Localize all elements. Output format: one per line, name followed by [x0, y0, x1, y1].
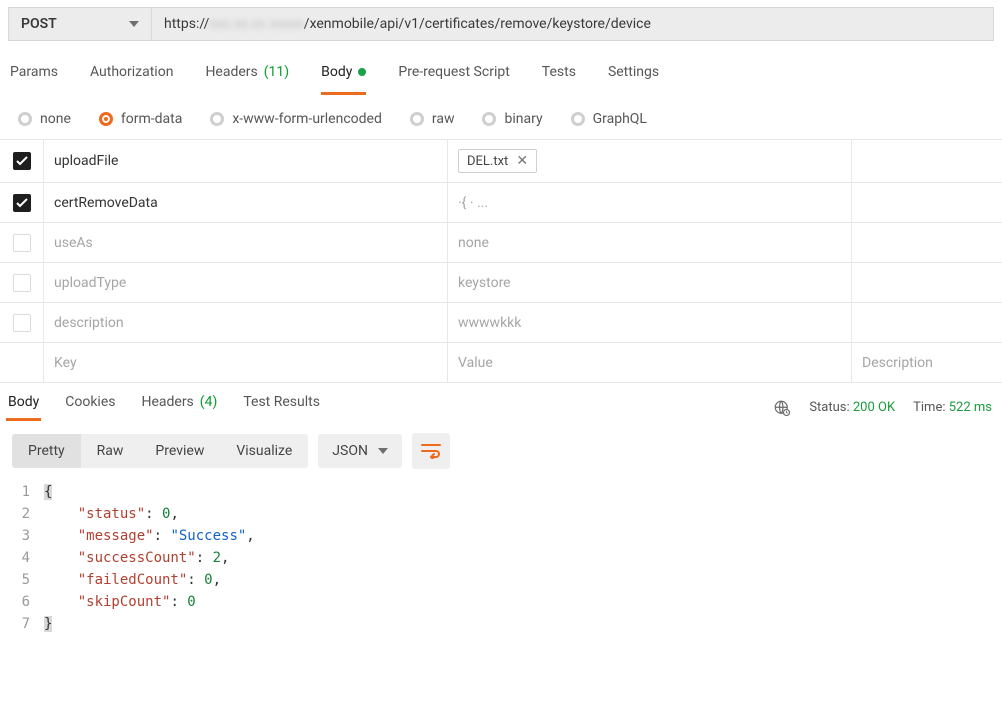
table-row: description wwwwkkk [0, 303, 1002, 343]
status-label: Status: 200 OK [809, 400, 895, 415]
code-content: "status": 0, [44, 503, 179, 525]
view-raw-button[interactable]: Raw [81, 434, 140, 468]
formdata-desc[interactable] [852, 183, 1002, 222]
response-tab-cookies[interactable]: Cookies [63, 394, 117, 421]
headers-count: (11) [264, 64, 289, 80]
chevron-down-icon [129, 21, 139, 27]
status-value: 200 OK [853, 400, 895, 415]
line-number: 1 [12, 481, 44, 503]
row-checkbox[interactable] [13, 194, 31, 212]
response-tab-body[interactable]: Body [6, 394, 41, 421]
formdata-value[interactable]: DEL.txt✕ [448, 140, 852, 182]
row-checkbox[interactable] [13, 152, 31, 170]
formdata-key-input[interactable]: Key [44, 343, 448, 382]
formdata-table: uploadFile DEL.txt✕ certRemoveData ·{ · … [0, 139, 1002, 383]
line-number: 2 [12, 503, 44, 525]
formdata-desc[interactable] [852, 140, 1002, 182]
code-content: "message": "Success", [44, 525, 255, 547]
radio-icon [410, 112, 424, 126]
view-mode-group: Pretty Raw Preview Visualize [12, 434, 308, 468]
file-chip: DEL.txt✕ [458, 149, 537, 173]
formdata-value[interactable]: keystore [448, 263, 852, 302]
body-type-row: none form-data x-www-form-urlencoded raw… [0, 95, 1002, 139]
tab-prerequest[interactable]: Pre-request Script [398, 64, 509, 95]
code-content: { [44, 481, 52, 503]
view-visualize-button[interactable]: Visualize [220, 434, 308, 468]
body-type-none[interactable]: none [18, 111, 71, 127]
table-row: Key Value Description [0, 343, 1002, 383]
line-number: 4 [12, 547, 44, 569]
row-checkbox[interactable] [13, 314, 31, 332]
view-preview-button[interactable]: Preview [139, 434, 220, 468]
response-tab-testresults[interactable]: Test Results [241, 394, 322, 421]
line-number: 3 [12, 525, 44, 547]
tab-headers[interactable]: Headers (11) [205, 64, 289, 95]
wrap-lines-button[interactable] [412, 433, 450, 469]
response-toolbar: Pretty Raw Preview Visualize JSON [0, 421, 1002, 481]
table-row: certRemoveData ·{ · ... [0, 183, 1002, 223]
tab-settings[interactable]: Settings [608, 64, 659, 95]
formdata-value[interactable]: wwwwkkk [448, 303, 852, 342]
tab-body[interactable]: Body [321, 64, 366, 95]
response-format-select[interactable]: JSON [318, 434, 402, 468]
formdata-desc[interactable] [852, 263, 1002, 302]
radio-icon [482, 112, 496, 126]
formdata-key[interactable]: uploadType [44, 263, 448, 302]
radio-icon [18, 112, 32, 126]
table-row: useAs none [0, 223, 1002, 263]
radio-icon [571, 112, 585, 126]
time-label: Time: 522 ms [913, 400, 992, 415]
response-tab-headers[interactable]: Headers (4) [139, 394, 219, 421]
formdata-key[interactable]: uploadFile [44, 140, 448, 182]
formdata-value-input[interactable]: Value [448, 343, 852, 382]
formdata-desc[interactable] [852, 223, 1002, 262]
chevron-down-icon [378, 448, 388, 454]
tab-params[interactable]: Params [10, 64, 58, 95]
line-number: 5 [12, 569, 44, 591]
formdata-key[interactable]: certRemoveData [44, 183, 448, 222]
formdata-value[interactable]: ·{ · ... [448, 183, 852, 222]
body-type-graphql[interactable]: GraphQL [571, 111, 647, 127]
formdata-desc-input[interactable]: Description [852, 343, 1002, 382]
row-checkbox[interactable] [13, 234, 31, 252]
body-type-formdata[interactable]: form-data [99, 111, 182, 127]
code-content: "skipCount": 0 [44, 591, 196, 613]
url-input[interactable]: https://xxx.xx.xx.xxxxx/xenmobile/api/v1… [152, 7, 994, 41]
line-number: 6 [12, 591, 44, 613]
wrap-icon [421, 443, 441, 459]
body-modified-dot-icon [358, 68, 366, 76]
line-number: 7 [12, 613, 44, 635]
url-path: /xenmobile/api/v1/certificates/remove/ke… [304, 16, 651, 32]
response-meta: Status: 200 OK Time: 522 ms [773, 399, 992, 417]
body-type-urlencoded[interactable]: x-www-form-urlencoded [210, 111, 382, 127]
radio-icon [99, 112, 113, 126]
formdata-desc[interactable] [852, 303, 1002, 342]
remove-file-icon[interactable]: ✕ [516, 153, 528, 169]
network-globe-icon[interactable] [773, 399, 791, 417]
code-content: "successCount": 2, [44, 547, 229, 569]
url-redacted: xxx.xx.xx.xxxxx [209, 16, 303, 32]
row-checkbox[interactable] [13, 274, 31, 292]
table-row: uploadType keystore [0, 263, 1002, 303]
tab-tests[interactable]: Tests [542, 64, 576, 95]
request-tabs: Params Authorization Headers (11) Body P… [0, 48, 1002, 95]
table-row: uploadFile DEL.txt✕ [0, 140, 1002, 183]
formdata-key[interactable]: description [44, 303, 448, 342]
response-headers-count: (4) [200, 394, 218, 410]
url-prefix: https:// [164, 16, 209, 32]
body-type-binary[interactable]: binary [482, 111, 542, 127]
view-pretty-button[interactable]: Pretty [12, 434, 81, 468]
time-value: 522 ms [949, 400, 992, 415]
formdata-key[interactable]: useAs [44, 223, 448, 262]
http-method-select[interactable]: POST [8, 7, 152, 41]
radio-icon [210, 112, 224, 126]
body-type-raw[interactable]: raw [410, 111, 455, 127]
response-tabs: Body Cookies Headers (4) Test Results [6, 394, 322, 421]
http-method-value: POST [21, 16, 57, 32]
formdata-value[interactable]: none [448, 223, 852, 262]
tab-authorization[interactable]: Authorization [90, 64, 173, 95]
response-body-editor[interactable]: 1{ 2 "status": 0, 3 "message": "Success"… [0, 481, 1002, 645]
code-content: "failedCount": 0, [44, 569, 221, 591]
code-content: } [44, 613, 52, 635]
